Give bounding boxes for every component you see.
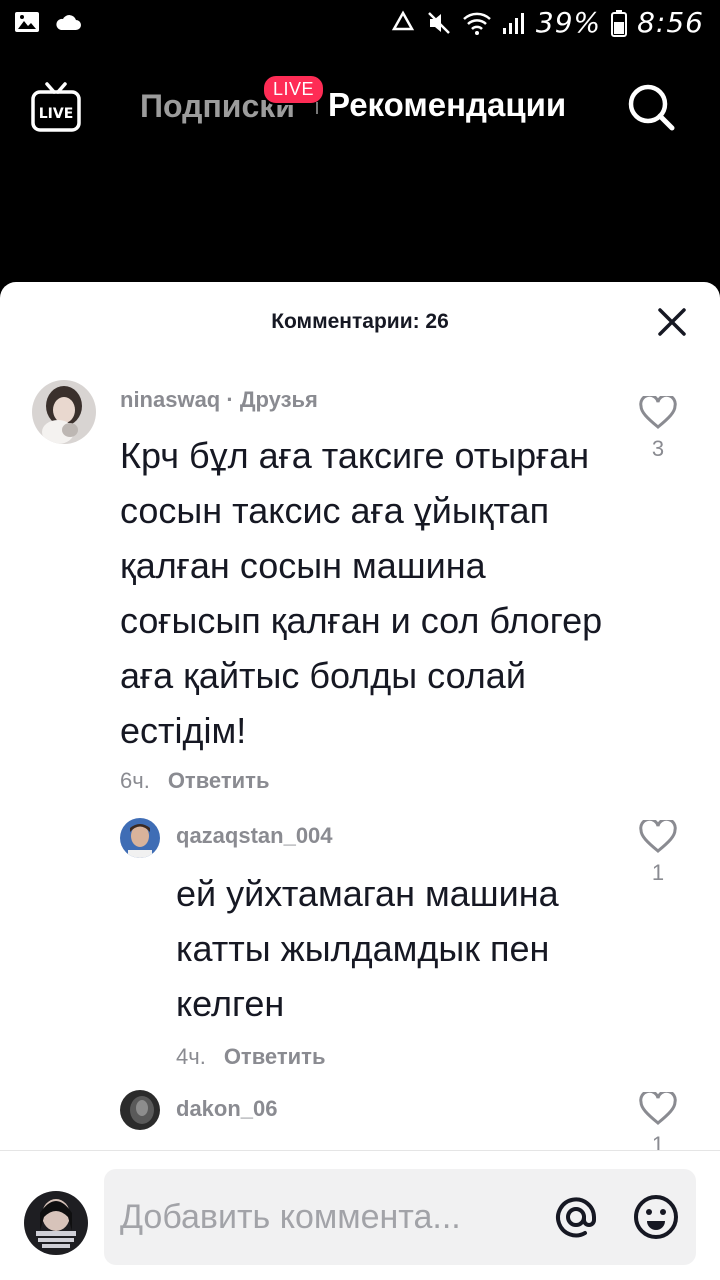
status-bar: 39% 8:56 bbox=[0, 0, 720, 50]
gallery-icon bbox=[15, 12, 39, 32]
battery-icon bbox=[611, 9, 628, 37]
comment-input-container[interactable] bbox=[104, 1169, 696, 1265]
live-icon-label: LIVE bbox=[39, 106, 74, 122]
comment-time: 6ч. bbox=[120, 768, 150, 793]
avatar[interactable] bbox=[120, 818, 160, 858]
signal-icon bbox=[502, 12, 524, 34]
comment-input-bar bbox=[0, 1150, 720, 1280]
comments-sheet: Комментарии: 26 ninaswaq · Друзья Крч бұ… bbox=[0, 282, 720, 1280]
like-button[interactable]: 1 bbox=[638, 820, 678, 886]
tab-divider bbox=[316, 102, 318, 114]
my-avatar bbox=[24, 1191, 88, 1255]
username-text[interactable]: ninaswaq bbox=[120, 387, 220, 412]
like-button[interactable]: 1 bbox=[638, 1092, 678, 1158]
heart-icon bbox=[639, 820, 677, 853]
reply-button[interactable]: Ответить bbox=[224, 1044, 326, 1069]
comment-username[interactable]: ninaswaq · Друзья bbox=[120, 387, 318, 413]
live-tv-icon[interactable]: LIVE bbox=[30, 82, 82, 134]
heart-icon bbox=[639, 1092, 677, 1125]
comment-meta: 4ч. Ответить bbox=[176, 1044, 325, 1070]
heart-icon bbox=[639, 396, 677, 429]
comment-text: ей уйхтамаган машина катты жылдамдык пен… bbox=[176, 873, 559, 1024]
friend-tag: · Друзья bbox=[226, 387, 318, 412]
comment-username[interactable]: dakon_06 bbox=[176, 1096, 278, 1122]
comment-meta: 6ч. Ответить bbox=[120, 768, 269, 794]
recycle-icon bbox=[391, 9, 415, 30]
avatar[interactable] bbox=[120, 1090, 160, 1130]
comment-time: 4ч. bbox=[176, 1044, 206, 1069]
emoji-icon[interactable] bbox=[632, 1193, 680, 1241]
close-icon[interactable] bbox=[656, 306, 688, 338]
top-navigation: LIVE Подписки LIVE Рекомендации bbox=[0, 60, 720, 160]
wifi-icon bbox=[463, 12, 491, 35]
like-count: 3 bbox=[651, 436, 665, 461]
cloud-icon bbox=[56, 15, 81, 30]
like-button[interactable]: 3 bbox=[638, 396, 678, 462]
comment-username[interactable]: qazaqstan_004 bbox=[176, 823, 333, 849]
like-count: 1 bbox=[651, 860, 665, 885]
comment-input[interactable] bbox=[120, 1191, 530, 1243]
comments-title: Комментарии: 26 bbox=[271, 310, 449, 333]
comment-text: Крч бұл аға таксиге отырған сосын таксис… bbox=[120, 435, 603, 751]
battery-percent: 39% bbox=[535, 6, 602, 39]
mute-icon bbox=[427, 11, 450, 34]
live-badge: LIVE bbox=[262, 74, 326, 105]
tab-for-you[interactable]: Рекомендации bbox=[328, 86, 566, 124]
reply-button[interactable]: Ответить bbox=[168, 768, 270, 793]
avatar[interactable] bbox=[32, 380, 96, 444]
search-icon[interactable] bbox=[626, 82, 676, 132]
clock: 8:56 bbox=[637, 6, 704, 39]
mention-icon[interactable] bbox=[552, 1193, 600, 1241]
